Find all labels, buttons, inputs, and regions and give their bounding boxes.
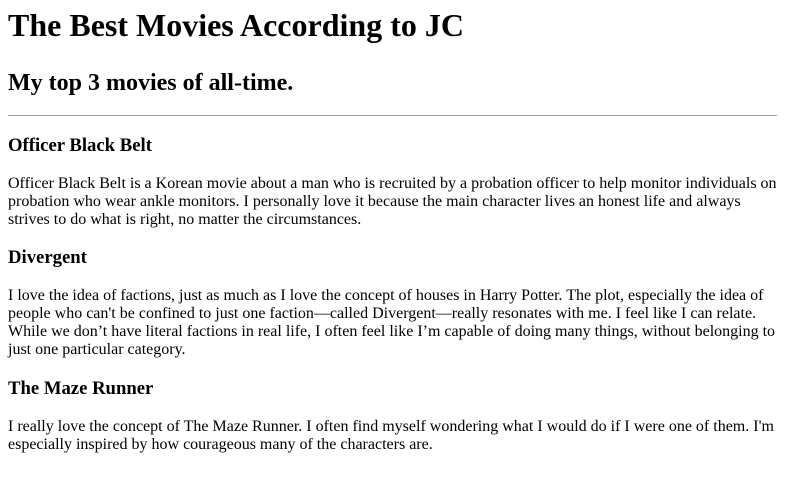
movie-entry-the-maze-runner: The Maze Runner I really love the concep… [8,378,777,454]
movie-title: The Maze Runner [8,378,154,399]
page-content: The Best Movies According to JC My top 3… [0,7,785,454]
movie-title: Divergent [8,247,87,268]
movie-entry-officer-black-belt: Officer Black Belt Officer Black Belt is… [8,135,777,229]
movie-entry-divergent: Divergent I love the idea of factions, j… [8,247,777,359]
movie-description: Officer Black Belt is a Korean movie abo… [8,175,777,228]
section-divider [8,115,777,116]
movie-title: Officer Black Belt [8,135,152,156]
page-subtitle: My top 3 movies of all-time. [8,70,294,96]
movie-description: I really love the concept of The Maze Ru… [8,418,774,453]
movie-description: I love the idea of factions, just as muc… [8,287,776,358]
page-title: The Best Movies According to JC [8,7,464,43]
